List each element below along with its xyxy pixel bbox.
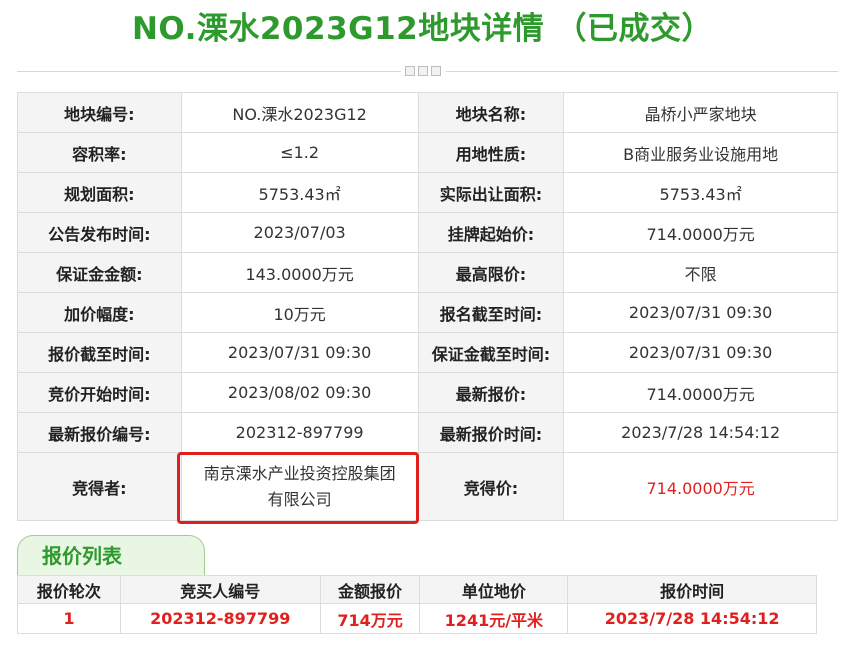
latest-quote-number-label: 最新报价编号: bbox=[17, 412, 182, 453]
divider-left bbox=[17, 71, 401, 72]
plot-ratio-label: 容积率: bbox=[17, 132, 182, 173]
info-row: 最新报价编号: 202312-897799 最新报价时间: 2023/7/28 … bbox=[17, 412, 838, 453]
info-row: 规划面积: 5753.43㎡ 实际出让面积: 5753.43㎡ bbox=[17, 172, 838, 213]
info-row: 加价幅度: 10万元 报名截至时间: 2023/07/31 09:30 bbox=[17, 292, 838, 333]
bid-table-header: 报价轮次 竞买人编号 金额报价 单位地价 报价时间 bbox=[17, 575, 817, 604]
latest-quote-time-label: 最新报价时间: bbox=[417, 412, 565, 453]
info-row: 报价截至时间: 2023/07/31 09:30 保证金截至时间: 2023/0… bbox=[17, 332, 838, 373]
planned-area-value: 5753.43㎡ bbox=[180, 172, 419, 213]
info-row: 竞得者: 南京溧水产业投资控股集团 有限公司 竞得价: 714.0000万元 bbox=[17, 452, 838, 521]
column-header-quote-time: 报价时间 bbox=[567, 575, 817, 604]
quote-deadline-label: 报价截至时间: bbox=[17, 332, 182, 373]
max-price-label: 最高限价: bbox=[417, 252, 565, 293]
parcel-name-label: 地块名称: bbox=[417, 92, 565, 133]
announce-time-label: 公告发布时间: bbox=[17, 212, 182, 253]
latest-quote-value: 714.0000万元 bbox=[563, 372, 838, 413]
starting-price-label: 挂牌起始价: bbox=[417, 212, 565, 253]
winning-price-value: 714.0000万元 bbox=[563, 452, 838, 521]
signup-deadline-label: 报名截至时间: bbox=[417, 292, 565, 333]
bid-unit-price-cell: 1241元/平米 bbox=[419, 603, 569, 634]
bid-time-cell: 2023/7/28 14:54:12 bbox=[567, 603, 817, 634]
latest-quote-label: 最新报价: bbox=[417, 372, 565, 413]
parcel-name-value: 晶桥小严家地块 bbox=[563, 92, 838, 133]
deposit-value: 143.0000万元 bbox=[180, 252, 419, 293]
latest-quote-time-value: 2023/7/28 14:54:12 bbox=[563, 412, 838, 453]
signup-deadline-value: 2023/07/31 09:30 bbox=[563, 292, 838, 333]
divider-dots bbox=[405, 66, 441, 76]
land-use-label: 用地性质: bbox=[417, 132, 565, 173]
page-title: NO.溧水2023G12地块详情 （已成交） bbox=[131, 11, 714, 47]
deposit-label: 保证金金额: bbox=[17, 252, 182, 293]
auction-start-value: 2023/08/02 09:30 bbox=[180, 372, 419, 413]
land-use-value: B商业服务业设施用地 bbox=[563, 132, 838, 173]
bid-amount-cell: 714万元 bbox=[319, 603, 421, 634]
table-row: 1 202312-897799 714万元 1241元/平米 2023/7/28… bbox=[17, 603, 817, 634]
info-row: 地块编号: NO.溧水2023G12 地块名称: 晶桥小严家地块 bbox=[17, 92, 838, 133]
increment-value: 10万元 bbox=[180, 292, 419, 333]
max-price-value: 不限 bbox=[563, 252, 838, 293]
column-header-unit-price: 单位地价 bbox=[419, 575, 569, 604]
planned-area-label: 规划面积: bbox=[17, 172, 182, 213]
info-row: 公告发布时间: 2023/07/03 挂牌起始价: 714.0000万元 bbox=[17, 212, 838, 253]
increment-label: 加价幅度: bbox=[17, 292, 182, 333]
bid-round-cell: 1 bbox=[17, 603, 121, 634]
actual-area-value: 5753.43㎡ bbox=[563, 172, 838, 213]
parcel-info-table: 地块编号: NO.溧水2023G12 地块名称: 晶桥小严家地块 容积率: ≤1… bbox=[17, 92, 838, 521]
latest-quote-number-value: 202312-897799 bbox=[180, 412, 419, 453]
deposit-deadline-label: 保证金截至时间: bbox=[417, 332, 565, 373]
bid-bidder-cell: 202312-897799 bbox=[119, 603, 321, 634]
tab-bid-list[interactable]: 报价列表 bbox=[17, 535, 205, 575]
column-header-bidder-number: 竞买人编号 bbox=[119, 575, 321, 604]
bid-list-table: 报价轮次 竞买人编号 金额报价 单位地价 报价时间 1 202312-89779… bbox=[17, 575, 817, 634]
deposit-deadline-value: 2023/07/31 09:30 bbox=[563, 332, 838, 373]
announce-time-value: 2023/07/03 bbox=[180, 212, 419, 253]
info-row: 保证金金额: 143.0000万元 最高限价: 不限 bbox=[17, 252, 838, 293]
column-header-amount: 金额报价 bbox=[319, 575, 421, 604]
starting-price-value: 714.0000万元 bbox=[563, 212, 838, 253]
divider-right bbox=[446, 71, 838, 72]
parcel-number-label: 地块编号: bbox=[17, 92, 182, 133]
winner-label: 竞得者: bbox=[17, 452, 182, 521]
winner-highlight-box bbox=[177, 452, 419, 524]
actual-area-label: 实际出让面积: bbox=[417, 172, 565, 213]
winning-price-label: 竞得价: bbox=[417, 452, 565, 521]
column-header-round: 报价轮次 bbox=[17, 575, 121, 604]
quote-deadline-value: 2023/07/31 09:30 bbox=[180, 332, 419, 373]
auction-start-label: 竞价开始时间: bbox=[17, 372, 182, 413]
info-row: 容积率: ≤1.2 用地性质: B商业服务业设施用地 bbox=[17, 132, 838, 173]
parcel-number-value: NO.溧水2023G12 bbox=[180, 92, 419, 133]
info-row: 竞价开始时间: 2023/08/02 09:30 最新报价: 714.0000万… bbox=[17, 372, 838, 413]
plot-ratio-value: ≤1.2 bbox=[180, 132, 419, 173]
